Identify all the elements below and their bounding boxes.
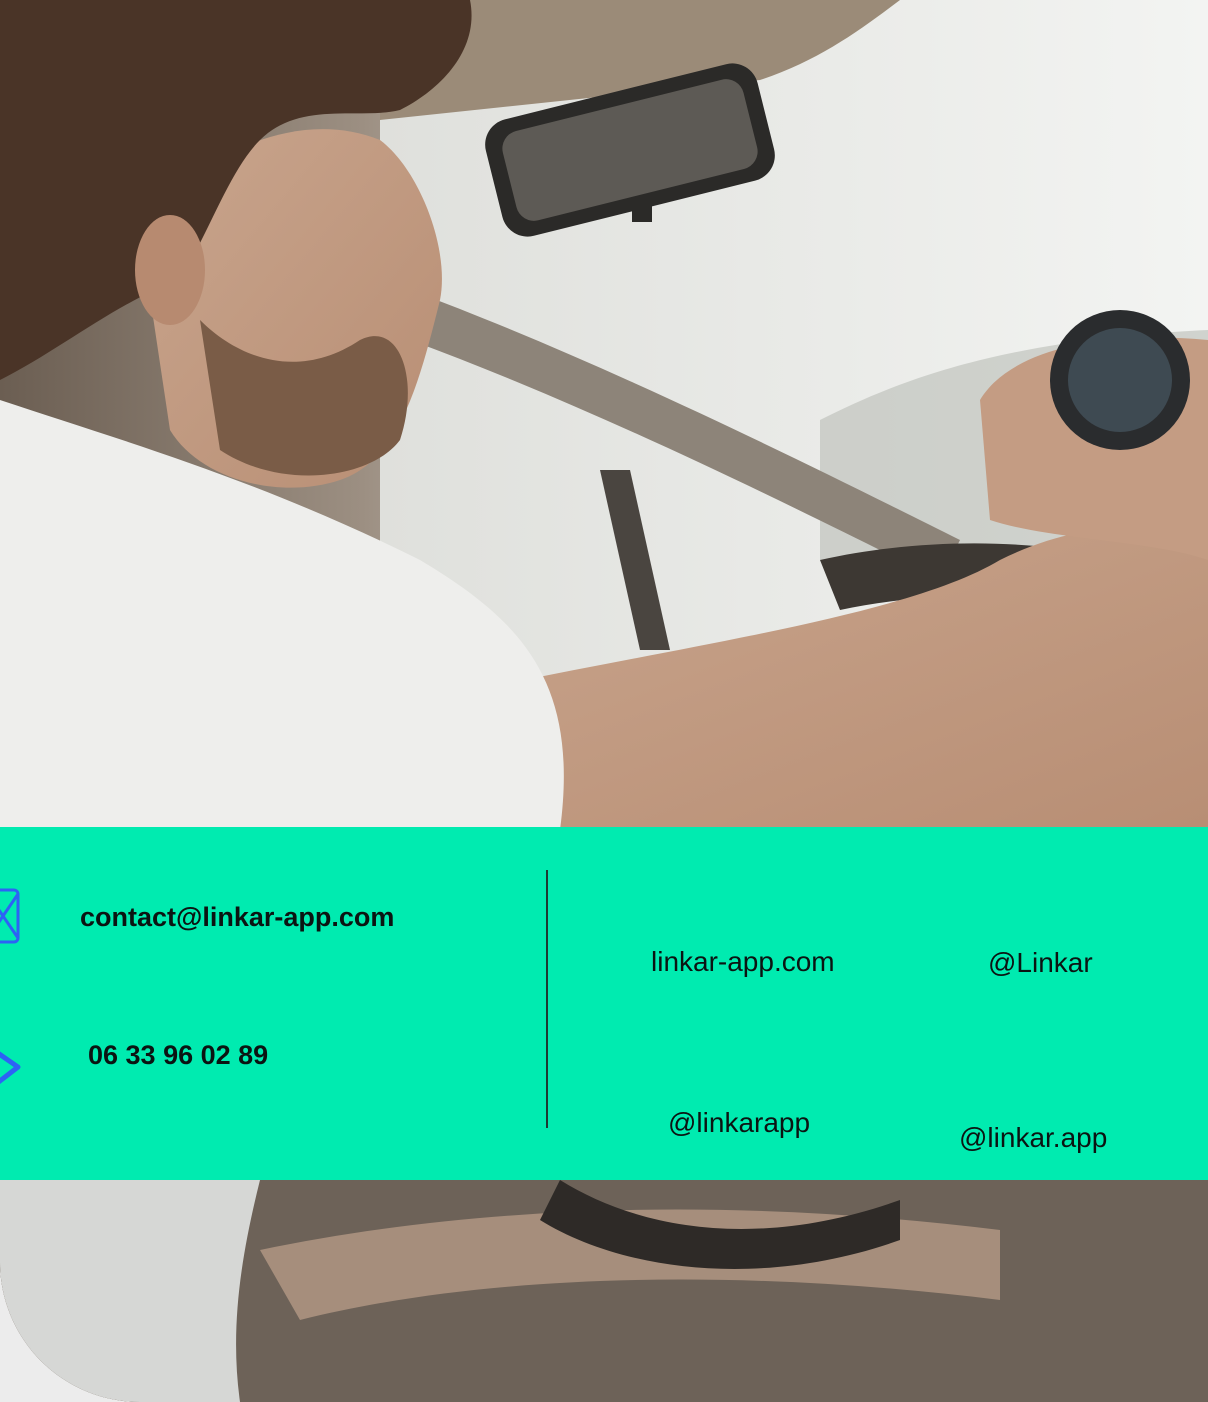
- social-handle-linkar[interactable]: @Linkar: [988, 947, 1093, 979]
- driver-scene: [0, 0, 1208, 1402]
- mail-icon: [0, 888, 20, 949]
- social-handle-linkarapp[interactable]: @linkarapp: [668, 1107, 810, 1139]
- email-link[interactable]: contact@linkar-app.com: [80, 902, 394, 933]
- website-link[interactable]: linkar-app.com: [651, 946, 835, 978]
- hero-photo: [0, 0, 1208, 1402]
- panel-divider: [546, 870, 548, 1128]
- phone-number[interactable]: 06 33 96 02 89: [88, 1040, 268, 1071]
- phone-icon: [0, 1045, 24, 1096]
- social-handle-linkar-app[interactable]: @linkar.app: [959, 1122, 1107, 1154]
